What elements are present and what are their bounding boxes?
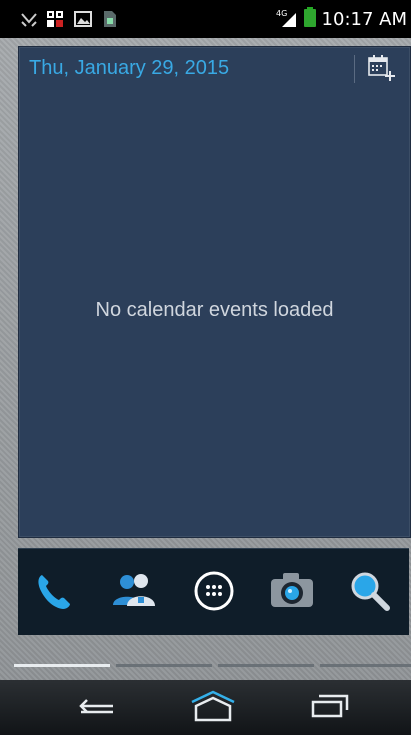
app-drawer-icon[interactable] bbox=[190, 567, 238, 615]
empty-events-message: No calendar events loaded bbox=[95, 299, 334, 321]
sim-icon bbox=[100, 10, 118, 28]
page-indicator-1 bbox=[14, 664, 110, 667]
qr-code-icon bbox=[46, 10, 64, 28]
calendar-widget[interactable]: Thu, January 29, 2015 No calendar events… bbox=[18, 46, 411, 538]
phone-icon[interactable] bbox=[30, 567, 78, 615]
image-icon bbox=[74, 10, 92, 28]
calendar-add-icon bbox=[366, 53, 396, 87]
signal-icon: 4G bbox=[276, 7, 298, 31]
calendar-date[interactable]: Thu, January 29, 2015 bbox=[29, 57, 229, 80]
missed-call-icon bbox=[20, 10, 38, 28]
clock: 10:17 AM bbox=[321, 8, 407, 30]
page-indicator bbox=[14, 664, 411, 668]
svg-text:4G: 4G bbox=[276, 9, 287, 18]
battery-icon bbox=[303, 7, 316, 31]
search-icon[interactable] bbox=[346, 567, 394, 615]
header-divider bbox=[354, 55, 355, 83]
navigation-bar bbox=[0, 680, 411, 735]
add-event-button[interactable] bbox=[361, 51, 401, 89]
app-dock bbox=[18, 548, 409, 635]
page-indicator-2 bbox=[116, 664, 212, 667]
page-indicator-3 bbox=[218, 664, 314, 667]
page-indicator-4 bbox=[320, 664, 411, 667]
back-button[interactable] bbox=[74, 690, 124, 726]
home-icon bbox=[188, 690, 238, 726]
recent-apps-icon bbox=[307, 692, 351, 724]
recent-apps-button[interactable] bbox=[304, 690, 354, 726]
status-bar: 4G 10:17 AM bbox=[0, 0, 411, 38]
back-icon bbox=[77, 692, 121, 724]
contacts-icon[interactable] bbox=[110, 567, 158, 615]
calendar-header: Thu, January 29, 2015 bbox=[19, 47, 410, 93]
camera-icon[interactable] bbox=[268, 567, 316, 615]
home-button[interactable] bbox=[188, 690, 238, 726]
